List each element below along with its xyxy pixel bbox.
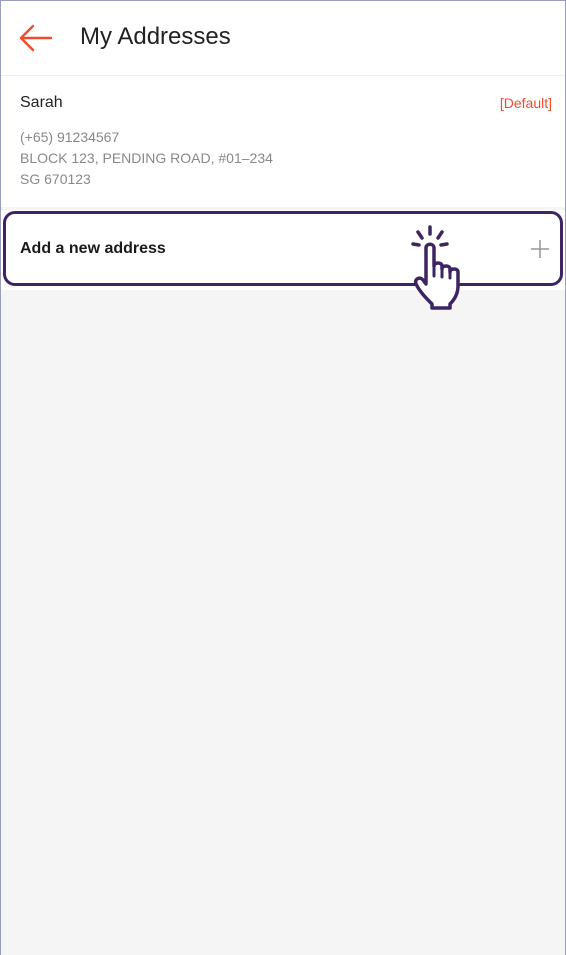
page-title: My Addresses	[80, 23, 231, 50]
address-postal: SG 670123	[20, 171, 91, 187]
plus-icon	[531, 240, 549, 258]
back-button[interactable]	[17, 21, 57, 55]
default-badge: [Default]	[499, 95, 552, 111]
add-address-label: Add a new address	[20, 240, 166, 257]
address-card[interactable]: Sarah [Default] (+65) 91234567 BLOCK 123…	[1, 76, 565, 207]
app-screen: My Addresses Sarah [Default] (+65) 91234…	[0, 0, 566, 955]
address-phone: (+65) 91234567	[20, 129, 120, 145]
address-street: BLOCK 123, PENDING ROAD, #01–234	[20, 150, 273, 166]
app-header: My Addresses	[1, 1, 565, 76]
address-name: Sarah	[20, 94, 63, 111]
arrow-left-icon	[19, 24, 53, 52]
add-address-button[interactable]: Add a new address	[1, 210, 565, 290]
